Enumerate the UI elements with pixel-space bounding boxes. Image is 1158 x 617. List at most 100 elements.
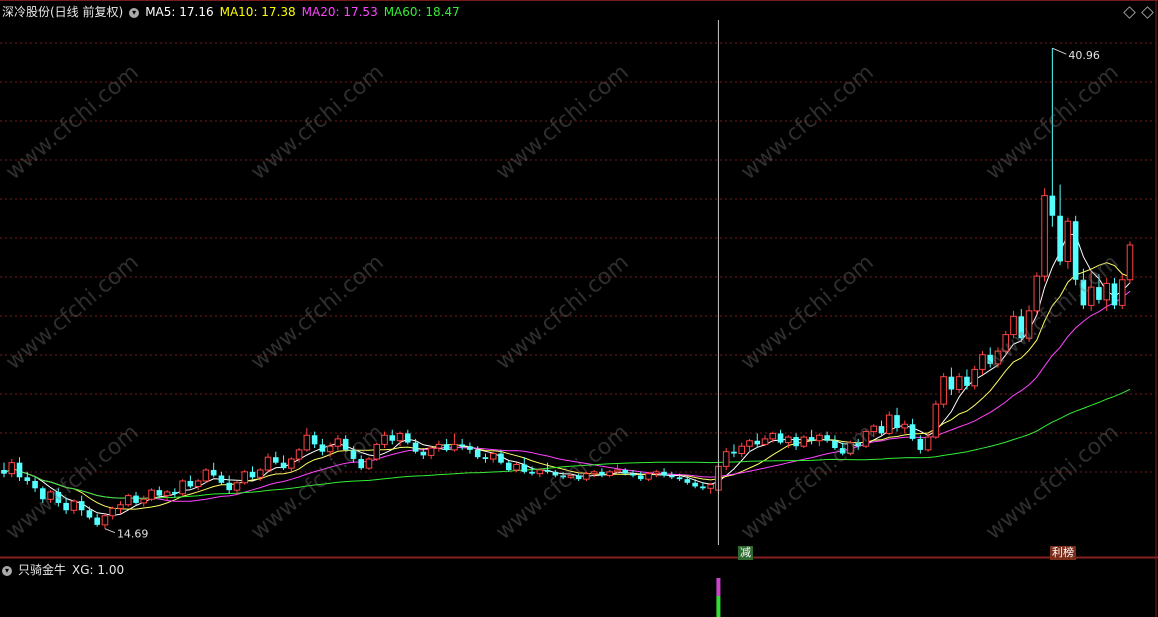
candle-body xyxy=(832,440,838,449)
candle-body xyxy=(396,432,404,442)
settings-dot-icon[interactable]: ▾ xyxy=(129,7,140,18)
candle-body xyxy=(1118,279,1126,306)
candle-body xyxy=(847,442,854,455)
candle-body xyxy=(256,469,264,478)
candle-body xyxy=(909,424,916,439)
candle-body xyxy=(326,445,334,453)
candle-body xyxy=(684,479,691,483)
candle-body xyxy=(1041,195,1048,277)
ma10-label: MA10: 17.38 xyxy=(219,5,296,19)
candle-body xyxy=(669,475,675,478)
ma5-label: MA5: 17.16 xyxy=(145,5,214,19)
candle-body xyxy=(133,495,139,503)
candle-body xyxy=(754,440,761,445)
candle-body xyxy=(676,477,683,480)
candle-body xyxy=(1126,244,1134,281)
candle-body xyxy=(924,436,932,451)
ma20-label: MA20: 17.53 xyxy=(301,5,378,19)
candle-body xyxy=(1103,282,1110,301)
candle-body xyxy=(210,470,217,476)
candle-body xyxy=(63,502,69,511)
candle-body xyxy=(24,477,31,481)
candle-body xyxy=(567,474,575,478)
candle-body xyxy=(746,440,753,447)
candle-body xyxy=(777,433,784,443)
candle-body xyxy=(489,453,497,460)
candle-body xyxy=(948,376,955,390)
candle-body xyxy=(78,501,85,511)
candle-body xyxy=(738,445,746,455)
candle-body xyxy=(303,434,311,451)
indicator-dot-icon[interactable]: ▾ xyxy=(2,565,12,576)
candle-body xyxy=(70,500,78,511)
high-pointer xyxy=(1052,47,1067,55)
candle-body xyxy=(94,517,100,525)
xg-bar-top xyxy=(716,578,721,596)
candle-body xyxy=(47,491,54,500)
candle-body xyxy=(467,446,473,450)
candle-body xyxy=(1096,287,1102,300)
candle-body xyxy=(1010,315,1017,336)
candle-body xyxy=(661,471,667,476)
low-label: 14.69 xyxy=(117,528,149,541)
candle-body xyxy=(878,426,885,434)
candle-body xyxy=(971,368,978,387)
candle-body xyxy=(187,480,194,487)
candle-body xyxy=(793,437,799,447)
candle-body xyxy=(55,491,62,503)
candle-body xyxy=(583,473,590,480)
candle-body xyxy=(622,470,629,474)
candle-body xyxy=(653,471,660,475)
indicator-value: XG: 1.00 xyxy=(72,563,125,577)
candle-body xyxy=(552,471,559,476)
candle-body xyxy=(459,444,465,447)
candle-body xyxy=(358,459,365,469)
signal-tag-left[interactable]: 减 xyxy=(738,546,753,560)
candle-body xyxy=(498,453,504,463)
candle-body xyxy=(179,480,186,495)
candle-body xyxy=(700,486,706,489)
candle-body xyxy=(226,482,232,491)
candle-body xyxy=(16,462,23,478)
ma60-line xyxy=(3,388,1131,499)
candle-body xyxy=(800,436,808,447)
candle-body xyxy=(599,471,605,476)
candle-body xyxy=(156,490,163,496)
candle-body xyxy=(1064,220,1072,262)
candle-body xyxy=(955,376,963,391)
candle-body xyxy=(218,475,225,483)
candlestick-chart: 40.96 14.69 xyxy=(0,0,1158,617)
candle-body xyxy=(264,456,272,471)
candle-body xyxy=(637,475,644,480)
candle-body xyxy=(288,458,295,469)
signal-tag-right[interactable]: 利榜 xyxy=(1050,546,1076,560)
ma60-label: MA60: 18.47 xyxy=(383,5,460,19)
candle-body xyxy=(862,431,870,447)
candle-body xyxy=(987,354,994,364)
candle-body xyxy=(101,515,109,526)
candle-body xyxy=(482,457,489,460)
candle-body xyxy=(917,438,924,450)
candle-body xyxy=(350,449,357,460)
candle-body xyxy=(1111,283,1118,306)
candle-body xyxy=(8,462,16,475)
indicator-name: 只骑金牛 xyxy=(18,563,67,577)
xg-bar-bottom xyxy=(716,596,721,617)
candle-body xyxy=(994,350,1002,365)
high-label: 40.96 xyxy=(1068,49,1100,62)
candle-body xyxy=(824,435,830,441)
candle-body xyxy=(241,471,249,484)
candle-body xyxy=(373,443,381,460)
candle-body xyxy=(870,425,878,433)
candle-body xyxy=(1049,195,1056,216)
candle-body xyxy=(435,443,443,449)
candle-body xyxy=(1057,215,1063,262)
candle-body xyxy=(1018,316,1025,339)
candle-body xyxy=(427,447,435,456)
candle-body xyxy=(979,354,986,370)
candle-body xyxy=(932,403,940,438)
candle-body xyxy=(163,491,171,497)
candle-body xyxy=(964,376,970,386)
candle-body xyxy=(630,473,636,476)
candle-body xyxy=(808,437,815,441)
